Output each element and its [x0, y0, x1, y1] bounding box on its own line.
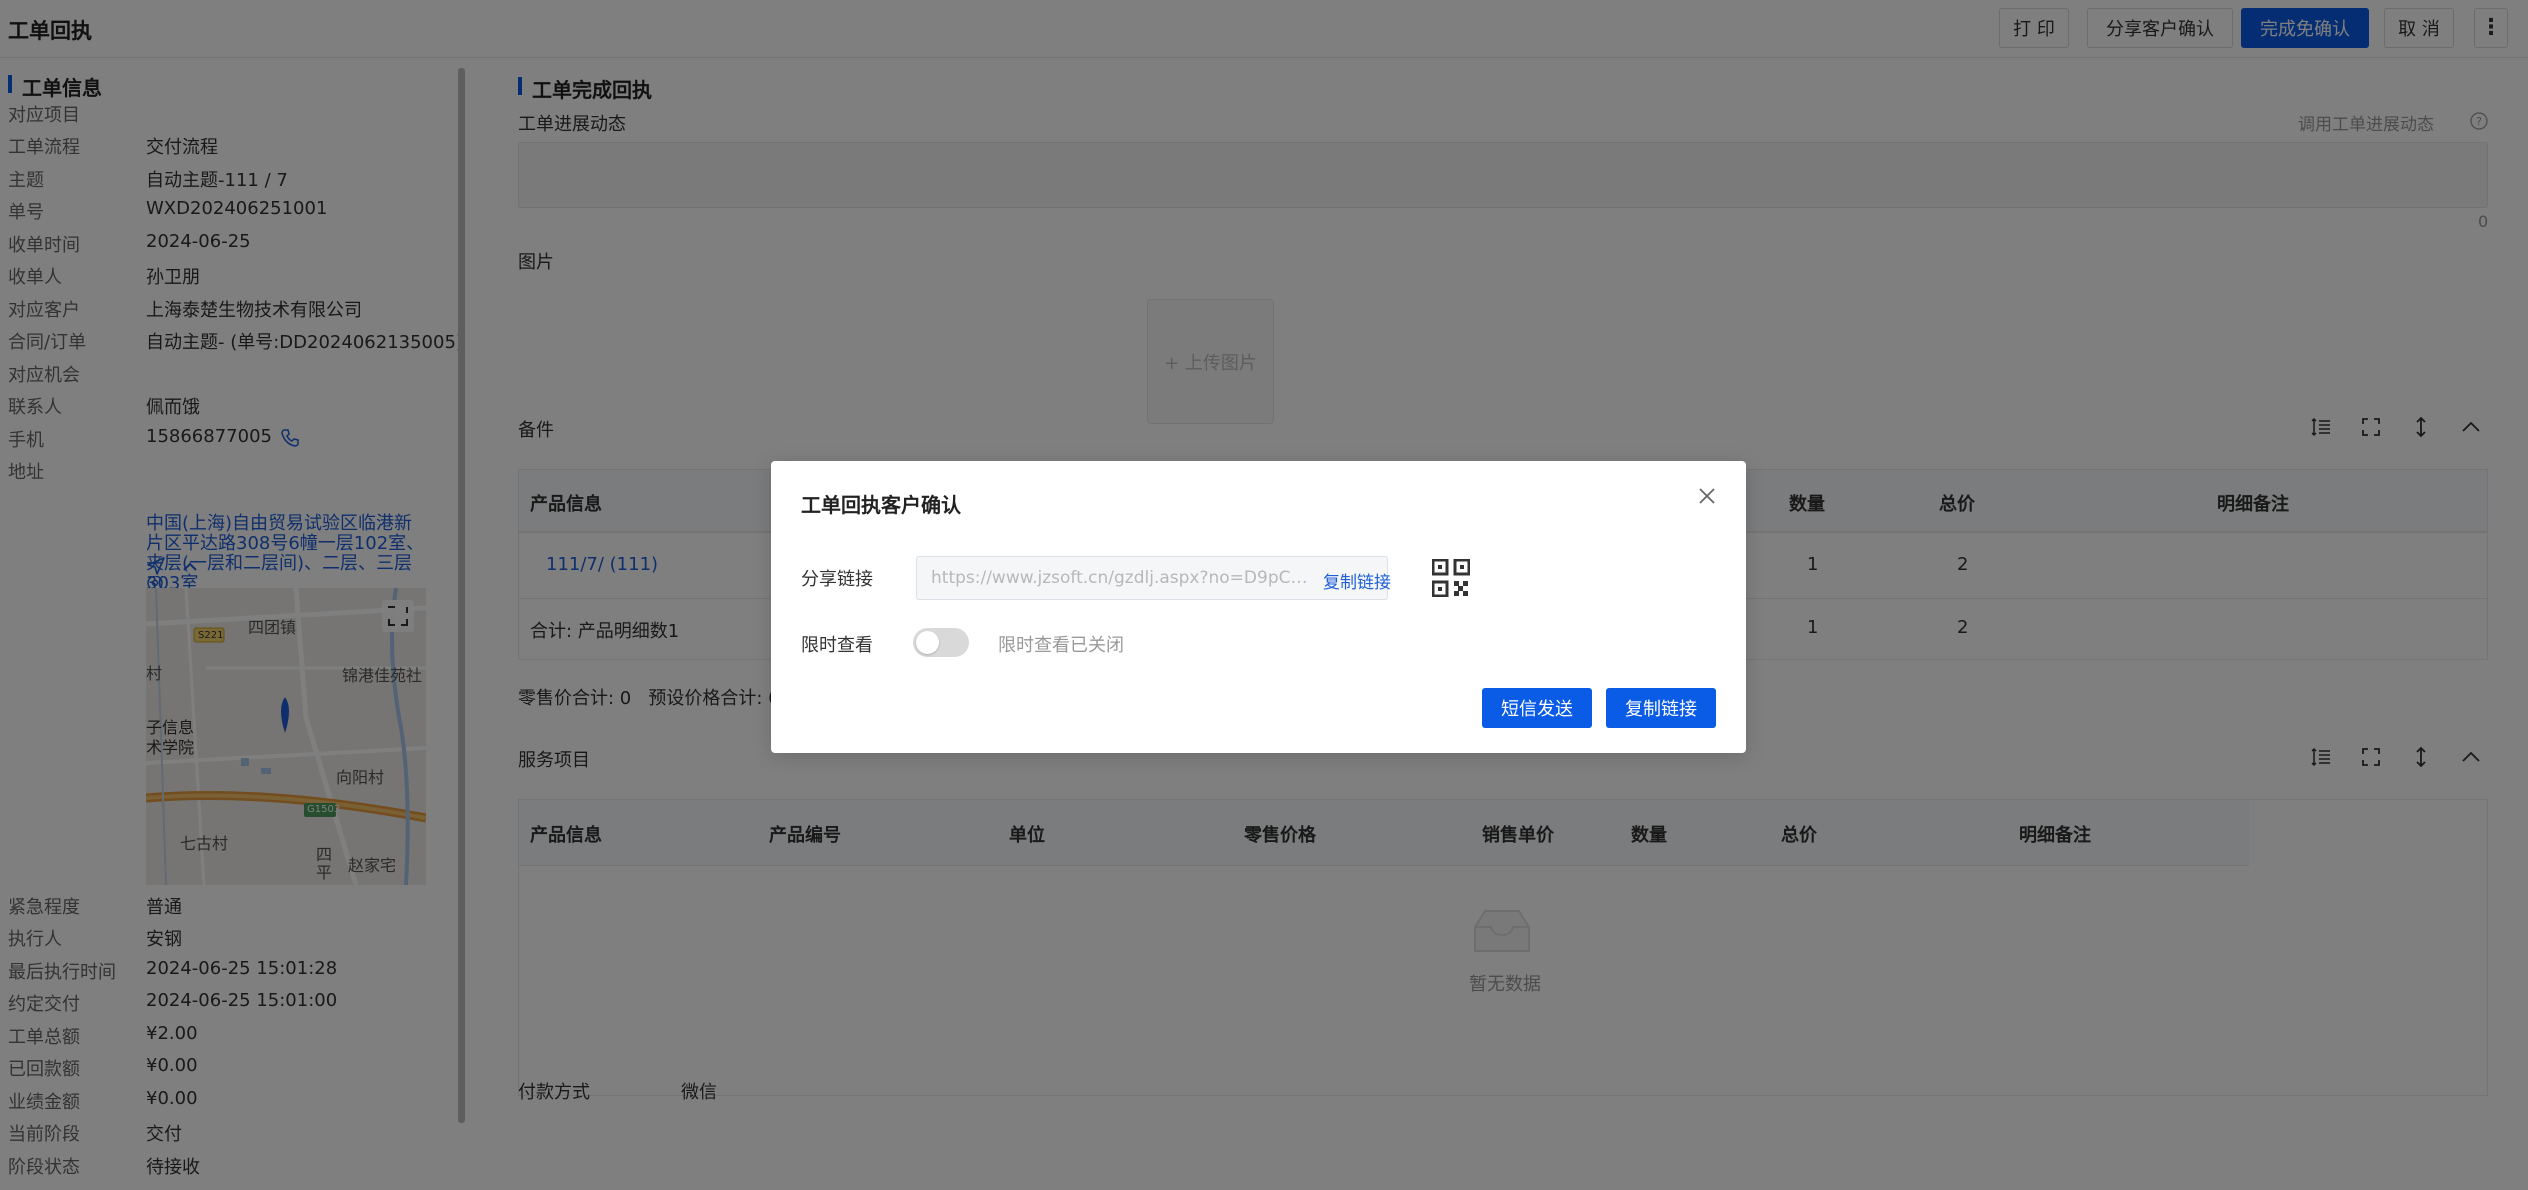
limit-view-label: 限时查看 — [801, 635, 873, 656]
sms-send-button[interactable]: 短信发送 — [1482, 688, 1592, 728]
close-icon[interactable] — [1695, 484, 1719, 508]
limit-view-toggle[interactable] — [913, 628, 969, 657]
dialog-title: 工单回执客户确认 — [801, 493, 961, 517]
copy-link-button[interactable]: 复制链接 — [1606, 688, 1716, 728]
share-link-url: https://www.jzsoft.cn/gzdlj.aspx?no=D9pC… — [931, 568, 1311, 588]
share-link-label: 分享链接 — [801, 569, 873, 590]
limit-view-status: 限时查看已关闭 — [998, 635, 1124, 656]
customer-confirm-dialog: 工单回执客户确认 分享链接 https://www.jzsoft.cn/gzdl… — [771, 461, 1746, 753]
copy-link-inline[interactable]: 复制链接 — [1323, 568, 1391, 593]
share-link-field[interactable]: https://www.jzsoft.cn/gzdlj.aspx?no=D9pC… — [916, 556, 1391, 600]
qr-code-icon[interactable] — [1432, 559, 1470, 597]
toggle-knob — [916, 631, 939, 654]
